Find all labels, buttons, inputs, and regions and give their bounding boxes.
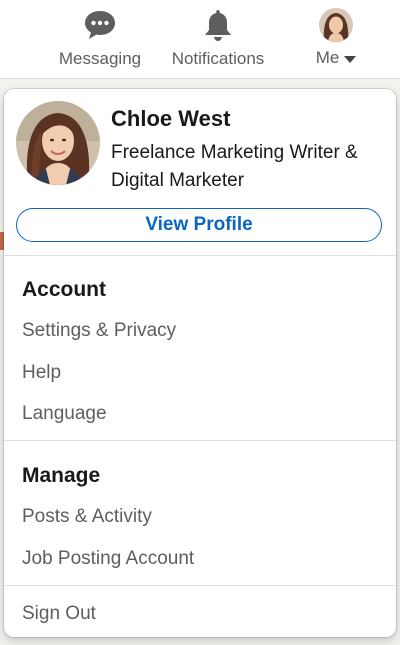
- nav-notifications[interactable]: Notifications: [163, 6, 273, 69]
- chevron-down-icon: [344, 55, 357, 63]
- sign-out-link[interactable]: Sign Out: [22, 603, 96, 625]
- nav-avatar: [319, 8, 353, 42]
- me-dropdown-menu: Chloe West Freelance Marketing Writer & …: [4, 89, 396, 637]
- top-nav-bar: Messaging Notifications Me: [0, 0, 400, 79]
- profile-avatar[interactable]: [16, 101, 100, 185]
- profile-summary: Chloe West Freelance Marketing Writer & …: [4, 89, 396, 255]
- posts-activity-link[interactable]: Posts & Activity: [22, 506, 152, 528]
- profile-headline: Freelance Marketing Writer & Digital Mar…: [111, 142, 358, 191]
- divider: [4, 255, 396, 256]
- manage-section-title: Manage: [22, 464, 101, 487]
- settings-privacy-link[interactable]: Settings & Privacy: [22, 320, 176, 342]
- profile-name: Chloe West: [111, 106, 231, 131]
- job-posting-account-link[interactable]: Job Posting Account: [22, 548, 194, 570]
- nav-notifications-label: Notifications: [171, 49, 265, 68]
- nav-me-label: Me: [315, 48, 340, 67]
- nav-messaging-label: Messaging: [58, 49, 142, 68]
- divider: [4, 440, 396, 441]
- divider: [4, 585, 396, 586]
- nav-me-menu[interactable]: Me: [306, 6, 366, 68]
- nav-messaging[interactable]: Messaging: [54, 6, 146, 69]
- help-link[interactable]: Help: [22, 362, 61, 384]
- language-link[interactable]: Language: [22, 403, 107, 425]
- bell-icon: [205, 10, 231, 41]
- view-profile-button[interactable]: View Profile: [16, 208, 382, 242]
- messaging-icon: [85, 11, 115, 39]
- account-section-title: Account: [22, 278, 106, 301]
